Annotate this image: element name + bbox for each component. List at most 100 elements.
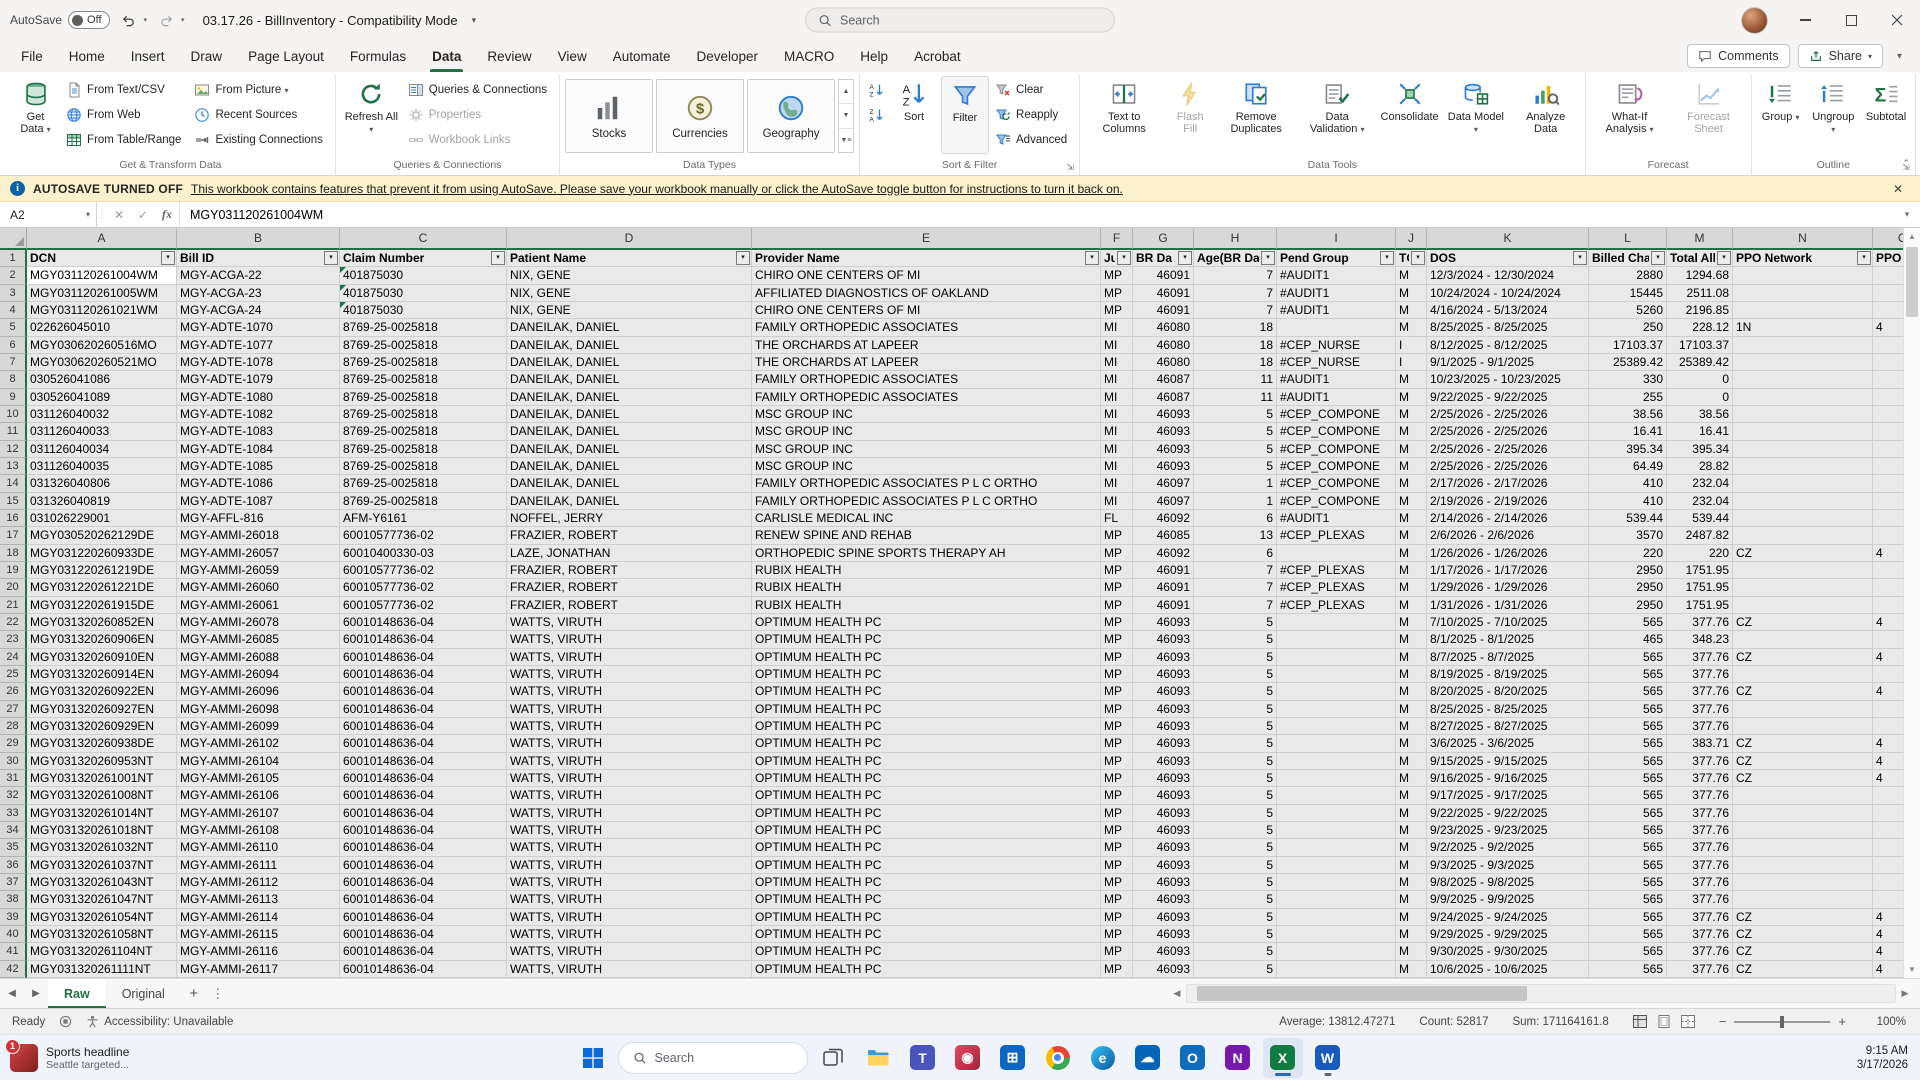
cell-L30[interactable]: 565 xyxy=(1589,753,1667,770)
cell-G23[interactable]: 46093 xyxy=(1133,631,1194,648)
cell-K8[interactable]: 10/23/2025 - 10/23/2025 xyxy=(1427,371,1589,388)
cell-F14[interactable]: MI xyxy=(1101,475,1133,492)
cell-A22[interactable]: MGY031320260852EN xyxy=(27,614,177,631)
horizontal-scroll-thumb[interactable] xyxy=(1197,986,1527,1001)
cell-E27[interactable]: OPTIMUM HEALTH PC xyxy=(752,701,1101,718)
cell-L21[interactable]: 2950 xyxy=(1589,597,1667,614)
cell-I13[interactable]: #CEP_COMPONE xyxy=(1277,458,1396,475)
cell-F36[interactable]: MP xyxy=(1101,857,1133,874)
cell-A23[interactable]: MGY031320260906EN xyxy=(27,631,177,648)
cell-O15[interactable] xyxy=(1873,493,1903,510)
cell-F11[interactable]: MI xyxy=(1101,423,1133,440)
cell-N30[interactable]: CZ xyxy=(1733,753,1873,770)
cell-J21[interactable]: M xyxy=(1396,597,1427,614)
cell-M41[interactable]: 377.76 xyxy=(1667,943,1733,960)
cell-N2[interactable] xyxy=(1733,267,1873,284)
cell-N35[interactable] xyxy=(1733,839,1873,856)
cell-C2[interactable]: 401875030 xyxy=(340,267,507,284)
cell-H35[interactable]: 5 xyxy=(1194,839,1277,856)
cell-D26[interactable]: WATTS, VIRUTH xyxy=(507,683,752,700)
cell-C26[interactable]: 60010148636-04 xyxy=(340,683,507,700)
cell-B39[interactable]: MGY-AMMI-26114 xyxy=(177,909,340,926)
filter-button-G1[interactable]: ▾ xyxy=(1178,251,1192,265)
cell-N9[interactable] xyxy=(1733,389,1873,406)
cell-O22[interactable]: 4 xyxy=(1873,614,1903,631)
cell-O10[interactable] xyxy=(1873,406,1903,423)
cell-C8[interactable]: 8769-25-0025818 xyxy=(340,371,507,388)
cell-M5[interactable]: 228.12 xyxy=(1667,319,1733,336)
cell-H23[interactable]: 5 xyxy=(1194,631,1277,648)
cell-G36[interactable]: 46093 xyxy=(1133,857,1194,874)
cell-D16[interactable]: NOFFEL, JERRY xyxy=(507,510,752,527)
cell-D36[interactable]: WATTS, VIRUTH xyxy=(507,857,752,874)
cell-I27[interactable] xyxy=(1277,701,1396,718)
cell-I1[interactable]: Pend Group▾ xyxy=(1277,250,1396,267)
cell-G40[interactable]: 46093 xyxy=(1133,926,1194,943)
cell-L18[interactable]: 220 xyxy=(1589,545,1667,562)
cell-G9[interactable]: 46087 xyxy=(1133,389,1194,406)
cell-N8[interactable] xyxy=(1733,371,1873,388)
cell-N10[interactable] xyxy=(1733,406,1873,423)
cell-A9[interactable]: 030526041089 xyxy=(27,389,177,406)
cell-J5[interactable]: M xyxy=(1396,319,1427,336)
cell-C19[interactable]: 60010577736-02 xyxy=(340,562,507,579)
cell-H40[interactable]: 5 xyxy=(1194,926,1277,943)
cell-L34[interactable]: 565 xyxy=(1589,822,1667,839)
from-picture-button[interactable]: From Picture ▾ xyxy=(191,78,329,101)
teams-button[interactable]: T xyxy=(903,1038,943,1078)
cell-C18[interactable]: 60010400330-03 xyxy=(340,545,507,562)
cell-I24[interactable] xyxy=(1277,649,1396,666)
cell-K17[interactable]: 2/6/2026 - 2/6/2026 xyxy=(1427,527,1589,544)
cell-H19[interactable]: 7 xyxy=(1194,562,1277,579)
cell-D23[interactable]: WATTS, VIRUTH xyxy=(507,631,752,648)
cell-K40[interactable]: 9/29/2025 - 9/29/2025 xyxy=(1427,926,1589,943)
cell-M3[interactable]: 2511.08 xyxy=(1667,285,1733,302)
cell-B9[interactable]: MGY-ADTE-1080 xyxy=(177,389,340,406)
cell-K41[interactable]: 9/30/2025 - 9/30/2025 xyxy=(1427,943,1589,960)
row-header-20[interactable]: 20 xyxy=(0,579,27,596)
formula-bar-value[interactable]: MGY031120261004WM xyxy=(179,202,1894,227)
taskbar-search-box[interactable]: Search xyxy=(618,1042,808,1074)
cell-J32[interactable]: M xyxy=(1396,787,1427,804)
cell-C20[interactable]: 60010577736-02 xyxy=(340,579,507,596)
cell-O2[interactable] xyxy=(1873,267,1903,284)
cell-E21[interactable]: RUBIX HEALTH xyxy=(752,597,1101,614)
cell-F16[interactable]: FL xyxy=(1101,510,1133,527)
cell-F40[interactable]: MP xyxy=(1101,926,1133,943)
from-table-range-button[interactable]: From Table/Range xyxy=(63,128,188,151)
cell-C30[interactable]: 60010148636-04 xyxy=(340,753,507,770)
cell-G37[interactable]: 46093 xyxy=(1133,874,1194,891)
cell-I32[interactable] xyxy=(1277,787,1396,804)
title-caret-icon[interactable]: ▾ xyxy=(472,15,477,26)
cell-J37[interactable]: M xyxy=(1396,874,1427,891)
cell-N21[interactable] xyxy=(1733,597,1873,614)
tab-developer[interactable]: Developer xyxy=(684,40,772,72)
cell-D32[interactable]: WATTS, VIRUTH xyxy=(507,787,752,804)
properties-button[interactable]: Properties xyxy=(405,103,554,126)
cell-O32[interactable] xyxy=(1873,787,1903,804)
cell-K33[interactable]: 9/22/2025 - 9/22/2025 xyxy=(1427,805,1589,822)
cell-L24[interactable]: 565 xyxy=(1589,649,1667,666)
cell-D31[interactable]: WATTS, VIRUTH xyxy=(507,770,752,787)
cell-G41[interactable]: 46093 xyxy=(1133,943,1194,960)
cell-K12[interactable]: 2/25/2026 - 2/25/2026 xyxy=(1427,441,1589,458)
cell-J1[interactable]: TC▾ xyxy=(1396,250,1427,267)
cell-D5[interactable]: DANEILAK, DANIEL xyxy=(507,319,752,336)
cell-B28[interactable]: MGY-AMMI-26099 xyxy=(177,718,340,735)
cell-C32[interactable]: 60010148636-04 xyxy=(340,787,507,804)
cell-N28[interactable] xyxy=(1733,718,1873,735)
cell-M31[interactable]: 377.76 xyxy=(1667,770,1733,787)
row-header-23[interactable]: 23 xyxy=(0,631,27,648)
cell-L13[interactable]: 64.49 xyxy=(1589,458,1667,475)
widgets-button[interactable]: 1 Sports headline Seattle targeted... xyxy=(10,1044,129,1072)
cell-K6[interactable]: 8/12/2025 - 8/12/2025 xyxy=(1427,337,1589,354)
cell-I40[interactable] xyxy=(1277,926,1396,943)
cell-L36[interactable]: 565 xyxy=(1589,857,1667,874)
cell-I39[interactable] xyxy=(1277,909,1396,926)
cell-G21[interactable]: 46091 xyxy=(1133,597,1194,614)
cell-K15[interactable]: 2/19/2026 - 2/19/2026 xyxy=(1427,493,1589,510)
scroll-right-icon[interactable]: ▶ xyxy=(1896,984,1914,1003)
cell-F8[interactable]: MI xyxy=(1101,371,1133,388)
cell-B30[interactable]: MGY-AMMI-26104 xyxy=(177,753,340,770)
cell-K38[interactable]: 9/9/2025 - 9/9/2025 xyxy=(1427,891,1589,908)
